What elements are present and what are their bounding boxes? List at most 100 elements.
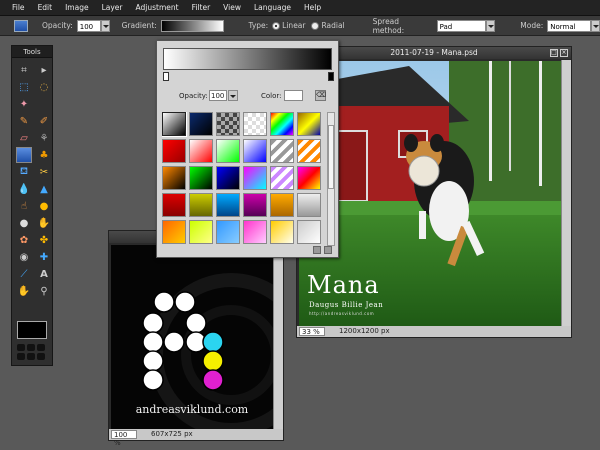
gradient-preset-swatch[interactable] <box>162 220 186 244</box>
gradient-preset-swatch[interactable] <box>162 139 186 163</box>
mana-zoom-field[interactable]: 33 % <box>299 327 325 336</box>
gradient-preset-swatch[interactable] <box>297 166 321 190</box>
gradient-preset-swatch[interactable] <box>297 193 321 217</box>
wand-icon[interactable]: ✦ <box>16 96 32 112</box>
bloat-icon[interactable]: ✿ <box>16 232 32 248</box>
menu-item-image[interactable]: Image <box>65 3 89 12</box>
pinch-icon[interactable]: ✤ <box>36 232 52 248</box>
marquee-icon[interactable]: ⬚ <box>16 79 32 95</box>
gradient-preset-swatch[interactable] <box>216 112 240 136</box>
swatch-slot[interactable] <box>37 344 45 351</box>
gradient-preset-swatch[interactable] <box>162 166 186 190</box>
swatch-slot[interactable] <box>27 344 35 351</box>
picker-icon[interactable]: ⟋ <box>16 266 32 282</box>
menu-item-file[interactable]: File <box>12 3 25 12</box>
menu-item-adjustment[interactable]: Adjustment <box>136 3 179 12</box>
smudge-icon[interactable]: ☝ <box>16 198 32 214</box>
brush-icon[interactable]: ✐ <box>36 113 52 129</box>
burn-icon[interactable]: ✋ <box>36 215 52 231</box>
delete-stop-icon[interactable]: ⌫ <box>315 90 326 101</box>
gradient-preset-swatch[interactable] <box>216 220 240 244</box>
menu-item-language[interactable]: Language <box>254 3 291 12</box>
swatch-slot[interactable] <box>27 353 35 360</box>
presets-scroll-thumb[interactable] <box>328 125 334 189</box>
andreas-vertical-scrollbar[interactable] <box>273 244 283 429</box>
gradient-swatch[interactable] <box>160 19 225 32</box>
mana-vertical-scrollbar[interactable] <box>561 60 571 326</box>
gradient-preset-swatch[interactable] <box>189 220 213 244</box>
opacity-input[interactable]: 100 <box>76 19 101 32</box>
stamp-icon[interactable]: ♣ <box>36 147 52 163</box>
gradient-icon[interactable] <box>16 147 32 163</box>
left-color-stop[interactable] <box>163 72 169 81</box>
gradient-preset-swatch[interactable] <box>270 139 294 163</box>
stop-opacity-input[interactable]: 100 <box>209 90 227 101</box>
swatch-slot[interactable] <box>17 344 25 351</box>
menu-item-view[interactable]: View <box>223 3 241 12</box>
gradient-preset-swatch[interactable] <box>270 112 294 136</box>
spread-method-select[interactable]: Pad <box>436 19 487 32</box>
crop-icon[interactable]: ⌗ <box>16 62 32 78</box>
menu-item-edit[interactable]: Edit <box>38 3 53 12</box>
eraser-icon[interactable]: ▱ <box>16 130 32 146</box>
dodge-icon[interactable]: ● <box>16 215 32 231</box>
gradient-preset-swatch[interactable] <box>270 193 294 217</box>
sharpen-icon[interactable]: ▲ <box>36 181 52 197</box>
presets-scrollbar[interactable] <box>327 112 335 246</box>
stop-color-swatch[interactable] <box>284 90 303 101</box>
andreas-canvas[interactable]: andreasviklund.com <box>111 245 273 429</box>
hand-icon[interactable]: ✋ <box>16 283 32 299</box>
gradient-preset-swatch[interactable] <box>270 220 294 244</box>
gradient-preset-swatch[interactable] <box>162 193 186 217</box>
redeye-icon[interactable]: ◉ <box>16 249 32 265</box>
gradient-preset-swatch[interactable] <box>297 220 321 244</box>
gradient-preset-swatch[interactable] <box>243 112 267 136</box>
drop-icon[interactable]: 💧 <box>16 181 32 197</box>
gradient-preset-swatch[interactable] <box>243 193 267 217</box>
type-icon[interactable]: A <box>36 266 52 282</box>
lasso-icon[interactable]: ◌ <box>36 79 52 95</box>
gradient-preset-swatch[interactable] <box>189 139 213 163</box>
gradient-preset-swatch[interactable] <box>162 112 187 137</box>
menu-item-layer[interactable]: Layer <box>102 3 123 12</box>
spot-heal-icon[interactable]: ✚ <box>36 249 52 265</box>
close-icon[interactable]: × <box>560 49 568 57</box>
right-color-stop[interactable] <box>328 72 334 81</box>
mode-dropdown-icon[interactable] <box>591 19 600 32</box>
andreas-zoom-field[interactable]: 100 % <box>111 430 137 447</box>
gradient-preset-swatch[interactable] <box>189 166 213 190</box>
gradient-preset-swatch[interactable] <box>270 166 294 190</box>
gradient-preset-swatch[interactable] <box>216 166 240 190</box>
zoom-icon[interactable]: ⚲ <box>36 283 52 299</box>
linear-radio[interactable] <box>272 21 281 30</box>
menu-item-help[interactable]: Help <box>304 3 321 12</box>
gradient-preset-swatch[interactable] <box>189 112 213 136</box>
stop-opacity-dropdown-icon[interactable] <box>228 90 238 101</box>
gradient-preset-swatch[interactable] <box>216 193 240 217</box>
color-replace-icon[interactable]: ✂ <box>36 164 52 180</box>
gradient-preset-swatch[interactable] <box>297 139 321 163</box>
fill-icon[interactable]: ⛾ <box>16 164 32 180</box>
gradient-preset-swatch[interactable] <box>216 139 240 163</box>
clone-icon[interactable]: ⚘ <box>36 130 52 146</box>
radial-radio[interactable] <box>311 21 320 30</box>
gradient-preview-bar[interactable] <box>163 48 332 70</box>
opacity-dropdown-icon[interactable] <box>100 19 110 32</box>
spread-dropdown-icon[interactable] <box>486 19 496 32</box>
new-gradient-icon[interactable] <box>313 246 321 254</box>
gradient-tool-icon[interactable] <box>14 19 28 32</box>
menu-item-filter[interactable]: Filter <box>192 3 211 12</box>
gradient-preset-swatch[interactable] <box>243 166 267 190</box>
delete-gradient-icon[interactable] <box>324 246 332 254</box>
gradient-preset-swatch[interactable] <box>243 220 267 244</box>
sponge-icon[interactable]: ● <box>36 198 52 214</box>
gradient-preset-swatch[interactable] <box>189 193 213 217</box>
maximize-icon[interactable]: □ <box>550 49 558 57</box>
swatch-slot[interactable] <box>37 353 45 360</box>
mode-select[interactable]: Normal <box>547 19 592 32</box>
gradient-preset-swatch[interactable] <box>297 112 321 136</box>
gradient-preset-swatch[interactable] <box>243 139 267 163</box>
pencil-icon[interactable]: ✎ <box>16 113 32 129</box>
move-icon[interactable]: ▸ <box>36 62 52 78</box>
swatch-slot[interactable] <box>17 353 25 360</box>
